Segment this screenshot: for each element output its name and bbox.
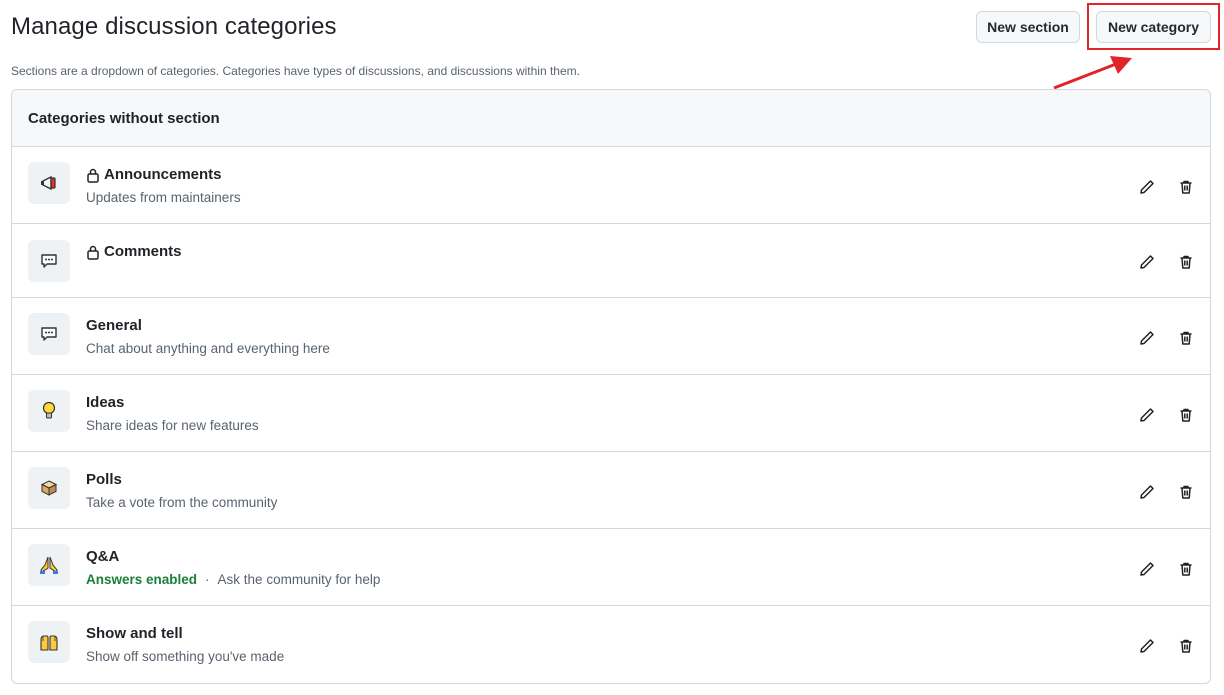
raised-hands-icon	[28, 621, 70, 663]
category-name-label: Comments	[104, 243, 182, 260]
answers-enabled-badge: Answers enabled	[86, 572, 198, 587]
category-description: Answers enabled · Ask the community for …	[86, 572, 380, 587]
lock-icon	[87, 168, 99, 183]
edit-icon[interactable]	[1136, 176, 1158, 198]
speech-balloon-icon	[28, 313, 70, 355]
category-name: Show and tell	[86, 625, 183, 642]
category-name: Q&A	[86, 548, 119, 565]
new-section-button[interactable]: New section	[976, 11, 1080, 43]
edit-icon[interactable]	[1136, 251, 1158, 273]
category-name-label: General	[86, 317, 142, 334]
category-description: Chat about anything and everything here	[86, 341, 330, 356]
edit-icon[interactable]	[1136, 404, 1158, 426]
category-row: Announcements Updates from maintainers	[12, 147, 1210, 224]
panel-title: Categories without section	[28, 109, 220, 127]
trash-icon[interactable]	[1175, 176, 1197, 198]
speech-balloon-icon	[28, 240, 70, 282]
edit-icon[interactable]	[1136, 327, 1158, 349]
category-name-label: Polls	[86, 471, 122, 488]
edit-icon[interactable]	[1136, 558, 1158, 580]
trash-icon[interactable]	[1175, 558, 1197, 580]
edit-icon[interactable]	[1136, 635, 1158, 657]
category-row: Polls Take a vote from the community	[12, 452, 1210, 529]
mega-icon	[28, 162, 70, 204]
category-row: Ideas Share ideas for new features	[12, 375, 1210, 452]
category-description: Share ideas for new features	[86, 418, 259, 433]
category-name-label: Ideas	[86, 394, 125, 411]
category-row: Comments	[12, 224, 1210, 298]
category-name-label: Announcements	[104, 166, 222, 183]
category-name: Ideas	[86, 394, 124, 411]
panel-header: Categories without section	[12, 90, 1210, 147]
edit-icon[interactable]	[1136, 481, 1158, 503]
pray-icon	[28, 544, 70, 586]
trash-icon[interactable]	[1175, 404, 1197, 426]
category-description: Take a vote from the community	[86, 495, 278, 510]
category-row: Show and tell Show off something you've …	[12, 606, 1210, 683]
categories-panel: Categories without section Announcements…	[11, 89, 1211, 684]
category-name: General	[86, 317, 142, 334]
lock-icon	[87, 245, 99, 260]
page-subtitle: Sections are a dropdown of categories. C…	[11, 64, 580, 78]
category-row: Q&A Answers enabled · Ask the community …	[12, 529, 1210, 606]
new-category-button[interactable]: New category	[1096, 11, 1211, 43]
trash-icon[interactable]	[1175, 481, 1197, 503]
category-name: Comments	[86, 243, 182, 260]
annotation-arrow-icon	[1053, 56, 1132, 90]
category-description-text: Ask the community for help	[217, 572, 381, 587]
category-name: Announcements	[86, 166, 222, 183]
separator-dot: ·	[205, 572, 210, 587]
category-name: Polls	[86, 471, 122, 488]
ballot-box-icon	[28, 467, 70, 509]
bulb-icon	[28, 390, 70, 432]
trash-icon[interactable]	[1175, 635, 1197, 657]
category-row: General Chat about anything and everythi…	[12, 298, 1210, 375]
page-title: Manage discussion categories	[11, 13, 337, 40]
trash-icon[interactable]	[1175, 251, 1197, 273]
trash-icon[interactable]	[1175, 327, 1197, 349]
category-description: Show off something you've made	[86, 649, 285, 664]
category-description: Updates from maintainers	[86, 190, 241, 205]
category-name-label: Q&A	[86, 548, 120, 565]
category-name-label: Show and tell	[86, 625, 183, 642]
